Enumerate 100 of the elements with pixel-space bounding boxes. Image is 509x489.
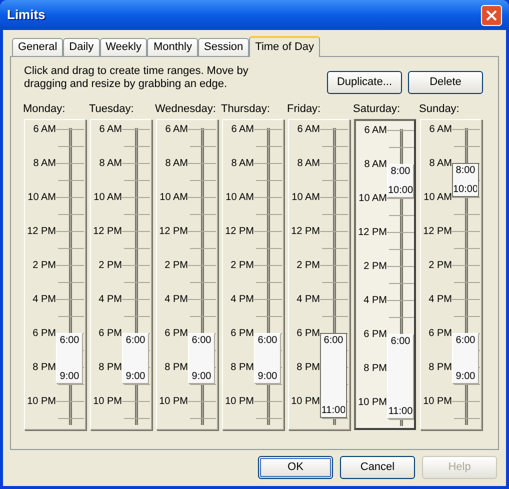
tick-mark bbox=[190, 282, 216, 283]
tick-mark bbox=[256, 316, 282, 317]
tick-mark bbox=[124, 180, 150, 181]
tick-mark bbox=[190, 418, 216, 419]
time-range[interactable]: 6:00 11:00 bbox=[320, 333, 347, 418]
time-range[interactable]: 6:00 11:00 bbox=[387, 334, 414, 419]
hour-label: 2 PM bbox=[98, 260, 122, 272]
hour-label: 10 PM bbox=[422, 396, 452, 408]
action-button[interactable]: Delete bbox=[408, 71, 483, 94]
day-column[interactable]: 6 AM 8 AM 10 AM 12 PM 2 PM 4 PM 6 PM 8 PM 10 PM 6:00 9:00 bbox=[90, 119, 152, 430]
hour-label: 10 AM bbox=[26, 192, 56, 204]
tick-mark bbox=[122, 129, 150, 130]
tick-mark bbox=[322, 248, 348, 249]
hour-label: 10 AM bbox=[422, 192, 452, 204]
day-column[interactable]: 6 AM 8 AM 10 AM 12 PM 2 PM 4 PM 6 PM 8 PM 10 PM 6:00 9:00 bbox=[156, 119, 218, 430]
tab[interactable]: Weekly bbox=[100, 38, 148, 56]
tick-mark bbox=[256, 418, 282, 419]
tick-mark bbox=[122, 197, 150, 198]
hour-label: 6 PM bbox=[98, 328, 122, 340]
hour-label: 2 PM bbox=[164, 260, 188, 272]
hour-label: 10 AM bbox=[224, 192, 254, 204]
tick-mark bbox=[122, 231, 150, 232]
tick-mark bbox=[188, 231, 216, 232]
tab[interactable]: Daily bbox=[63, 38, 100, 56]
time-range[interactable]: 8:00 10:00 bbox=[452, 163, 479, 197]
day-label: Sunday: bbox=[419, 103, 460, 116]
tick-mark bbox=[454, 146, 480, 147]
tick-mark bbox=[256, 180, 282, 181]
close-button[interactable] bbox=[481, 4, 502, 26]
hour-label: 10 AM bbox=[358, 192, 387, 204]
hour-label: 4 PM bbox=[164, 294, 188, 306]
tick-mark bbox=[256, 248, 282, 249]
tick-mark bbox=[56, 197, 84, 198]
tick-mark bbox=[58, 282, 84, 283]
tab[interactable]: Time of Day bbox=[249, 36, 320, 57]
tick-mark bbox=[190, 214, 216, 215]
tab[interactable]: Session bbox=[198, 38, 250, 56]
dialog-button[interactable]: Cancel bbox=[340, 456, 415, 479]
tick-mark bbox=[56, 163, 84, 164]
tick-mark bbox=[58, 418, 84, 419]
hour-label: 8 PM bbox=[230, 362, 254, 374]
range-end: 11:00 bbox=[321, 405, 346, 416]
day-column[interactable]: 6 AM 8 AM 10 AM 12 PM 2 PM 4 PM 6 PM 8 PM 10 PM 6:00 11:00 bbox=[288, 119, 350, 430]
time-range[interactable]: 8:00 10:00 bbox=[387, 164, 414, 198]
hour-label: 12 PM bbox=[224, 226, 254, 238]
range-end: 10:00 bbox=[388, 185, 414, 196]
tab[interactable]: General bbox=[12, 38, 64, 56]
tick-mark bbox=[188, 401, 216, 402]
hour-label: 6 PM bbox=[32, 328, 56, 340]
day-column[interactable]: 6 AM 8 AM 10 AM 12 PM 2 PM 4 PM 6 PM 8 PM 10 PM 8:00 10:00 6:00 9:00 bbox=[420, 119, 482, 430]
tick-mark bbox=[188, 129, 216, 130]
tick-mark bbox=[58, 146, 84, 147]
close-icon bbox=[486, 10, 497, 20]
hour-label: 12 PM bbox=[92, 226, 122, 238]
day-column[interactable]: 6 AM 8 AM 10 AM 12 PM 2 PM 4 PM 6 PM 8 PM 10 PM 6:00 9:00 bbox=[24, 119, 86, 430]
tick-mark bbox=[56, 265, 84, 266]
hour-label: 4 PM bbox=[32, 294, 56, 306]
day-column[interactable]: 6 AM 8 AM 10 AM 12 PM 2 PM 4 PM 6 PM 8 PM 10 PM 6:00 9:00 bbox=[222, 119, 284, 430]
hour-label: 8 AM bbox=[296, 158, 320, 170]
time-range[interactable]: 6:00 9:00 bbox=[122, 333, 149, 384]
tick-mark bbox=[389, 215, 414, 216]
tick-mark bbox=[122, 163, 150, 164]
time-range[interactable]: 6:00 9:00 bbox=[254, 333, 281, 384]
range-end: 9:00 bbox=[192, 371, 212, 382]
hour-label: 8 AM bbox=[32, 158, 56, 170]
tick-mark bbox=[452, 197, 480, 198]
hour-label: 8 AM bbox=[363, 158, 387, 170]
tick-mark bbox=[254, 265, 282, 266]
time-range[interactable]: 6:00 9:00 bbox=[188, 333, 215, 384]
tick-mark bbox=[454, 384, 480, 385]
day-column[interactable]: 6 AM 8 AM 10 AM 12 PM 2 PM 4 PM 6 PM 8 PM 10 PM 8:00 10:00 6:00 11:00 bbox=[354, 119, 416, 430]
hour-label: 6 PM bbox=[230, 328, 254, 340]
tick-mark bbox=[56, 231, 84, 232]
tick-mark bbox=[322, 214, 348, 215]
hour-label: 6 AM bbox=[164, 124, 188, 136]
action-button[interactable]: Duplicate... bbox=[327, 71, 402, 94]
hour-label: 8 AM bbox=[230, 158, 254, 170]
tick-mark bbox=[58, 180, 84, 181]
tick-mark bbox=[190, 384, 216, 385]
tick-mark bbox=[188, 163, 216, 164]
tick-mark bbox=[389, 317, 414, 318]
hour-label: 4 PM bbox=[98, 294, 122, 306]
hour-label: 10 AM bbox=[92, 192, 122, 204]
hour-label: 8 AM bbox=[164, 158, 188, 170]
tick-mark bbox=[58, 384, 84, 385]
time-range[interactable]: 6:00 9:00 bbox=[56, 333, 83, 384]
tab[interactable]: Monthly bbox=[147, 38, 198, 56]
hour-label: 8 PM bbox=[428, 362, 452, 374]
time-range[interactable]: 6:00 9:00 bbox=[452, 333, 479, 384]
tick-mark bbox=[58, 316, 84, 317]
tick-mark bbox=[190, 146, 216, 147]
tick-mark bbox=[389, 249, 414, 250]
hour-label: 4 PM bbox=[296, 294, 320, 306]
instructions: Click and drag to create time ranges. Move by dragging and resize by grabbing an edge. bbox=[24, 65, 250, 91]
tick-mark bbox=[452, 299, 480, 300]
dialog-button[interactable]: OK bbox=[258, 456, 333, 479]
tick-mark bbox=[56, 401, 84, 402]
tick-mark bbox=[124, 248, 150, 249]
tick-mark bbox=[454, 316, 480, 317]
tick-mark bbox=[256, 282, 282, 283]
